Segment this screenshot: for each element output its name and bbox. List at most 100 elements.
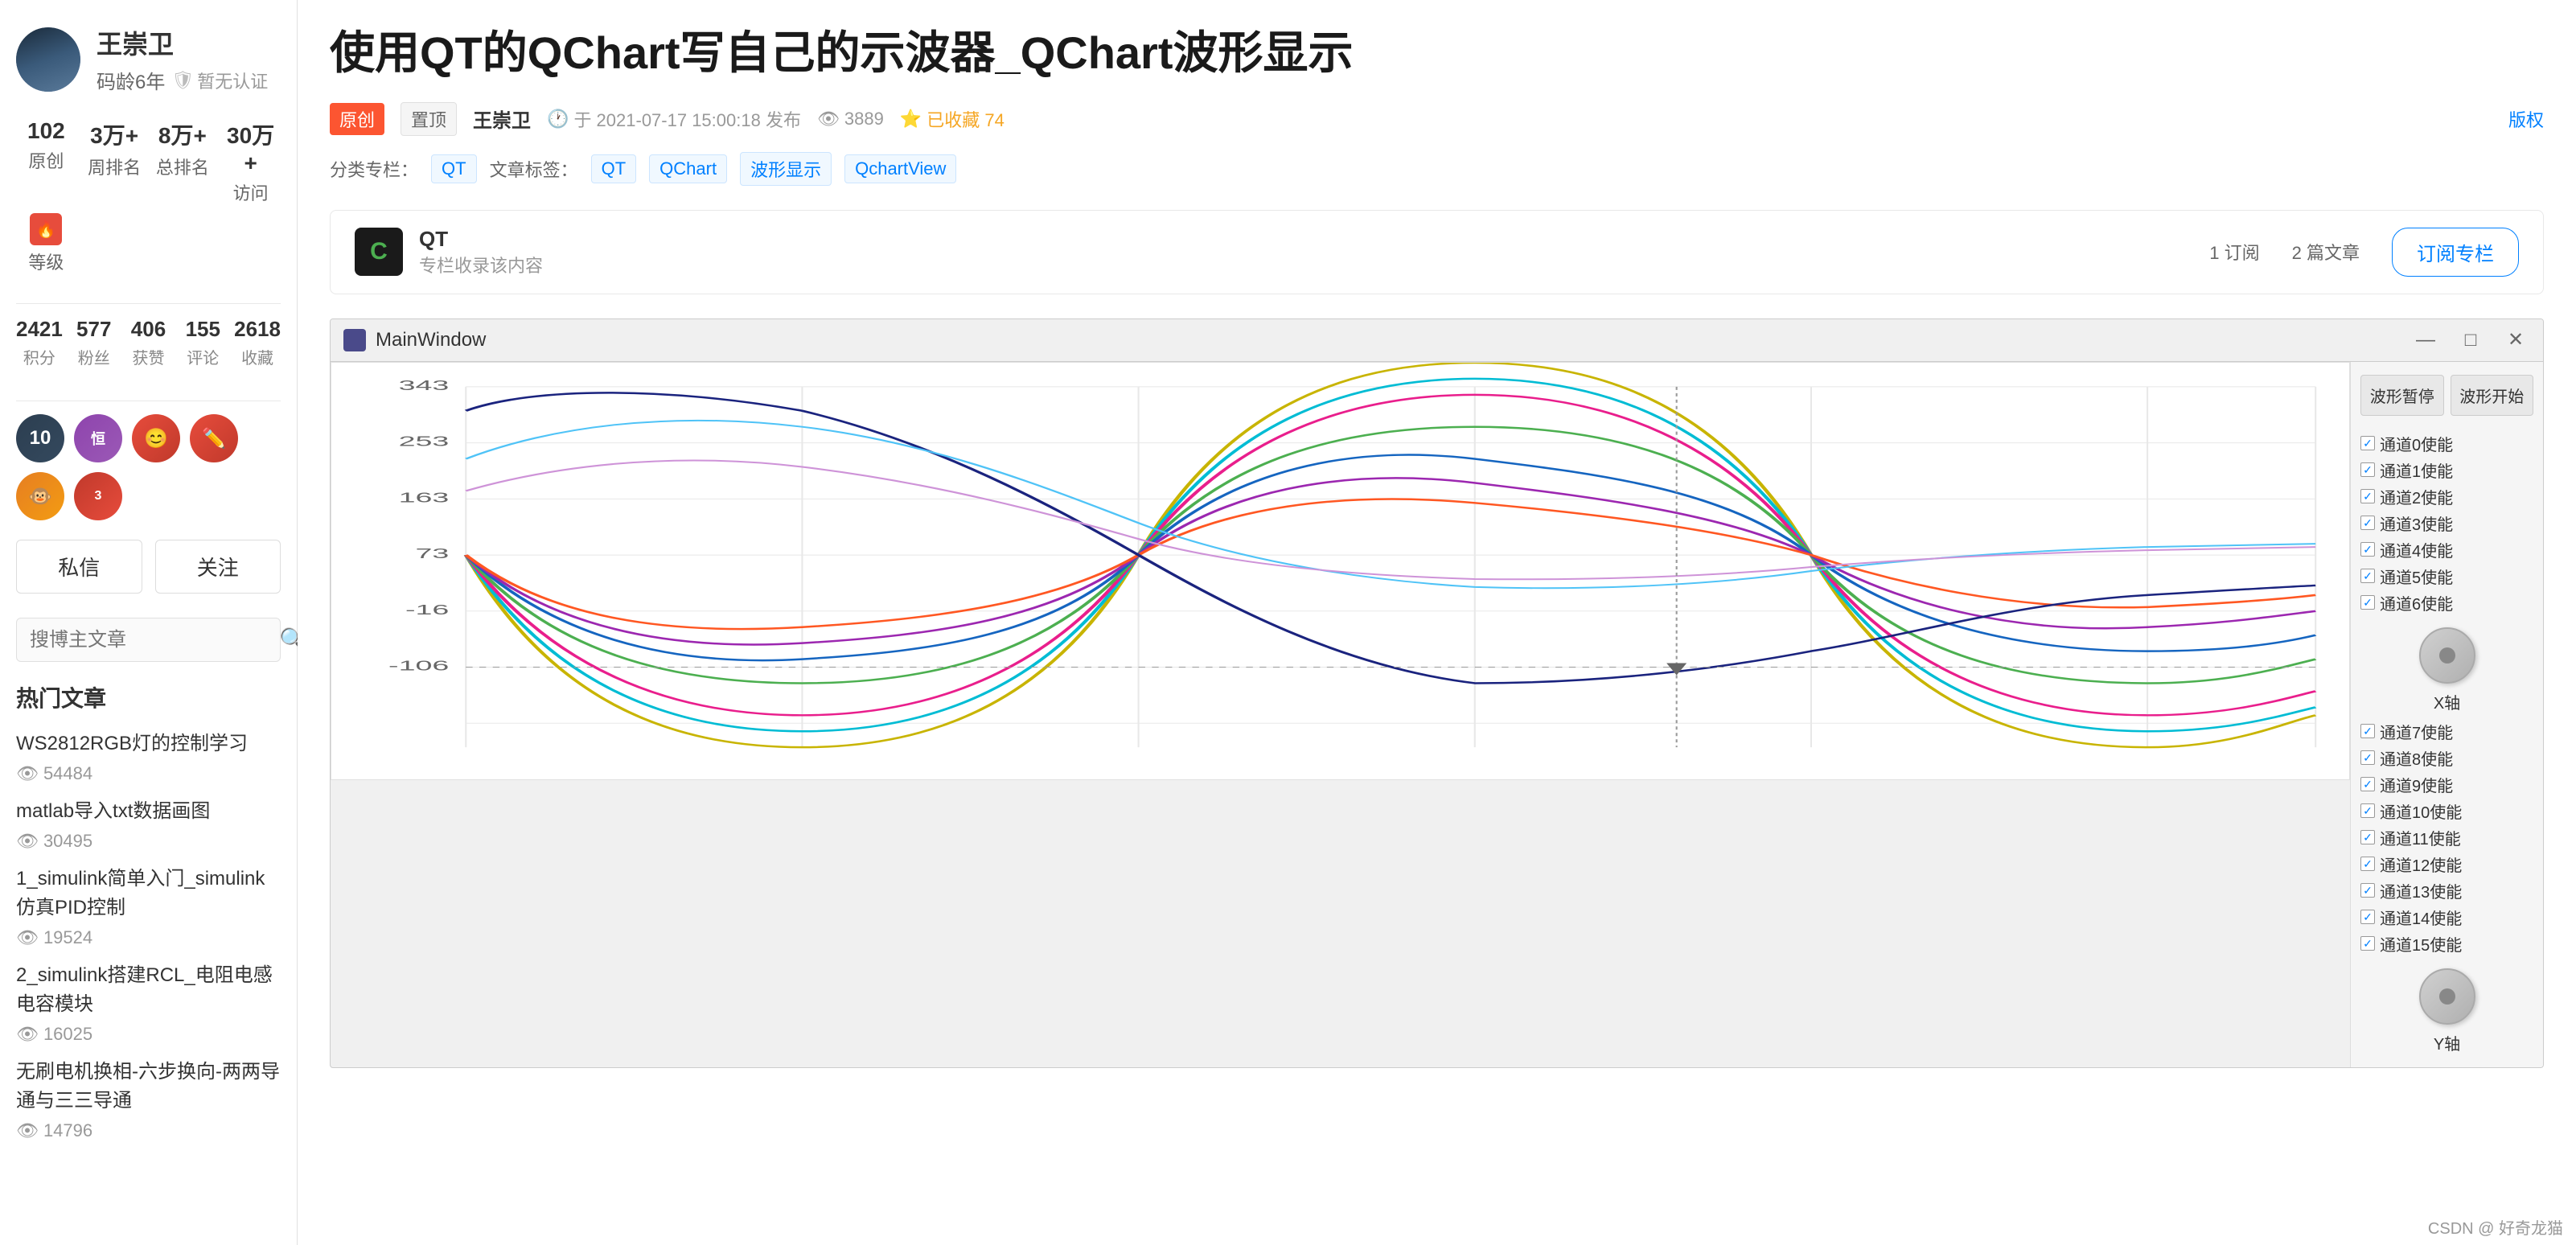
channel-checkbox-2[interactable]: [2360, 489, 2375, 503]
article-meta: 👁 14796: [16, 1120, 281, 1141]
article-tag-qt[interactable]: QT: [591, 154, 637, 183]
svg-text:-106: -106: [388, 658, 449, 674]
hot-articles-title: 热门文章: [16, 681, 281, 713]
list-item[interactable]: 1_simulink简单入门_simulink仿真PID控制 👁 19524: [16, 865, 281, 948]
channel-checkbox-6[interactable]: [2360, 595, 2375, 610]
col-stats: 1 订阅 2 篇文章 订阅专栏: [2209, 228, 2519, 277]
channel-checkbox-15[interactable]: [2360, 936, 2375, 951]
badge-monkey: 🐵: [16, 472, 64, 520]
profile-section: 王崇卫 码龄6年 🛡 暂无认证: [16, 24, 281, 94]
knob-y-section: Y轴: [2360, 968, 2533, 1054]
channel-checkbox-4[interactable]: [2360, 542, 2375, 557]
channel-item-1: 通道1使能: [2360, 458, 2533, 482]
article-tag-waveform[interactable]: 波形显示: [740, 152, 832, 186]
right-panel: 波形暂停 波形开始 通道0使能 通道1使能 通道2使能: [2350, 362, 2543, 1067]
category-tag-qt[interactable]: QT: [431, 154, 477, 183]
profile-name: 王崇卫: [97, 24, 268, 61]
channel-checkbox-8[interactable]: [2360, 750, 2375, 765]
article-tag-qchart[interactable]: QChart: [649, 154, 727, 183]
badges-row: 10 恒 😊 ✏️ 🐵 3: [16, 414, 281, 520]
level-icon: 🔥: [30, 213, 62, 245]
profile-info: 王崇卫 码龄6年 🛡 暂无认证: [97, 24, 268, 94]
channel-checkbox-14[interactable]: [2360, 910, 2375, 924]
article-tag-qchartview[interactable]: QchartView: [844, 154, 956, 183]
list-item[interactable]: WS2812RGB灯的控制学习 👁 54484: [16, 729, 281, 784]
channel-checkbox-1[interactable]: [2360, 462, 2375, 477]
article-title: 2_simulink搭建RCL_电阻电感电容模块: [16, 961, 281, 1019]
meta-author[interactable]: 王崇卫: [473, 105, 531, 133]
action-buttons: 私信 关注: [16, 540, 281, 594]
column-banner: C QT 专栏收录该内容 1 订阅 2 篇文章 订阅专栏: [330, 210, 2544, 294]
article-title: 无刷电机换相-六步换向-两两导通与三三导通: [16, 1058, 281, 1116]
maximize-button[interactable]: □: [2456, 326, 2485, 355]
channel-item-0: 通道0使能: [2360, 432, 2533, 455]
channel-checkbox-10[interactable]: [2360, 803, 2375, 818]
knob-x[interactable]: [2419, 627, 2475, 684]
channel-item-12: 通道12使能: [2360, 853, 2533, 876]
main-content: 使用QT的QChart写自己的示波器_QChart波形显示 原创 置顶 王崇卫 …: [298, 0, 2576, 1245]
list-item[interactable]: 2_simulink搭建RCL_电阻电感电容模块 👁 16025: [16, 961, 281, 1045]
svg-text:253: 253: [399, 433, 450, 450]
col-info: QT 专栏收录该内容: [419, 227, 543, 277]
channel-checkbox-3[interactable]: [2360, 516, 2375, 530]
channel-item-8: 通道8使能: [2360, 746, 2533, 770]
channel-item-11: 通道11使能: [2360, 826, 2533, 849]
shield-icon: 🛡: [171, 70, 194, 91]
follow-button[interactable]: 关注: [155, 540, 281, 594]
eye-icon: 👁: [16, 927, 39, 948]
clock-icon: 🕐: [547, 109, 569, 129]
article-meta: 👁 16025: [16, 1024, 281, 1045]
knob-y-label: Y轴: [2434, 1031, 2460, 1054]
svg-text:343: 343: [399, 377, 450, 393]
edit-link[interactable]: 版权: [2508, 106, 2544, 132]
badge-10: 10: [16, 414, 64, 462]
csdn-footer: CSDN @ 好奇龙猫: [2415, 1209, 2576, 1245]
article-meta: 👁 54484: [16, 763, 281, 784]
channel-checkbox-11[interactable]: [2360, 830, 2375, 844]
panel-top-buttons: 波形暂停 波形开始: [2360, 375, 2533, 416]
minimize-button[interactable]: —: [2411, 326, 2440, 355]
eye-icon: 👁: [16, 831, 39, 852]
article-meta: 👁 19524: [16, 927, 281, 948]
svg-text:73: 73: [416, 545, 450, 561]
channel-item-13: 通道13使能: [2360, 879, 2533, 902]
category-row: 分类专栏： QT 文章标签： QT QChart 波形显示 QchartView: [330, 152, 2544, 186]
titlebar-icon: [343, 329, 366, 351]
start-waveform-button[interactable]: 波形开始: [2451, 375, 2534, 416]
chart-area: 343 253 163 73 -16 -106: [331, 362, 2350, 780]
eye-icon: 👁: [16, 1120, 39, 1141]
search-input[interactable]: [30, 629, 279, 651]
divider-1: [16, 303, 281, 304]
channel-item-2: 通道2使能: [2360, 485, 2533, 508]
badge-red: 😊: [132, 414, 180, 462]
channel-checkbox-7[interactable]: [2360, 724, 2375, 738]
subscribe-button[interactable]: 订阅专栏: [2392, 228, 2519, 277]
article-list: WS2812RGB灯的控制学习 👁 54484 matlab导入txt数据画图 …: [16, 729, 281, 1141]
channel-item-15: 通道15使能: [2360, 932, 2533, 955]
stat-comments: 155 评论: [179, 317, 226, 368]
stat-visits: 30万+ 访问: [220, 118, 281, 205]
close-button[interactable]: ✕: [2501, 326, 2530, 355]
svg-text:163: 163: [399, 489, 450, 505]
stat-weekly-rank: 3万+ 周排名: [84, 118, 145, 205]
knob-y-inner: [2439, 988, 2455, 1005]
channel-checkbox-12[interactable]: [2360, 857, 2375, 871]
article-meta-row: 原创 置顶 王崇卫 🕐 于 2021-07-17 15:00:18 发布 👁 3…: [330, 102, 2544, 136]
channel-checkbox-0[interactable]: [2360, 436, 2375, 450]
channel-checkbox-5[interactable]: [2360, 569, 2375, 583]
titlebar-controls: — □ ✕: [2411, 326, 2530, 355]
chart-svg: 343 253 163 73 -16 -106: [331, 363, 2349, 779]
channel-checkbox-9[interactable]: [2360, 777, 2375, 791]
channel-list-2: 通道7使能 通道8使能 通道9使能 通道10使能: [2360, 720, 2533, 955]
pause-waveform-button[interactable]: 波形暂停: [2360, 375, 2444, 416]
message-button[interactable]: 私信: [16, 540, 142, 594]
stat-likes: 406 获赞: [125, 317, 172, 368]
list-item[interactable]: 无刷电机换相-六步换向-两两导通与三三导通 👁 14796: [16, 1058, 281, 1141]
channel-checkbox-13[interactable]: [2360, 883, 2375, 898]
channel-item-10: 通道10使能: [2360, 799, 2533, 823]
knob-y[interactable]: [2419, 968, 2475, 1025]
list-item[interactable]: matlab导入txt数据画图 👁 30495: [16, 797, 281, 852]
badge-heng: 恒: [74, 414, 122, 462]
eye-icon: 👁: [16, 763, 39, 784]
profile-age: 码龄6年 🛡 暂无认证: [97, 66, 268, 94]
